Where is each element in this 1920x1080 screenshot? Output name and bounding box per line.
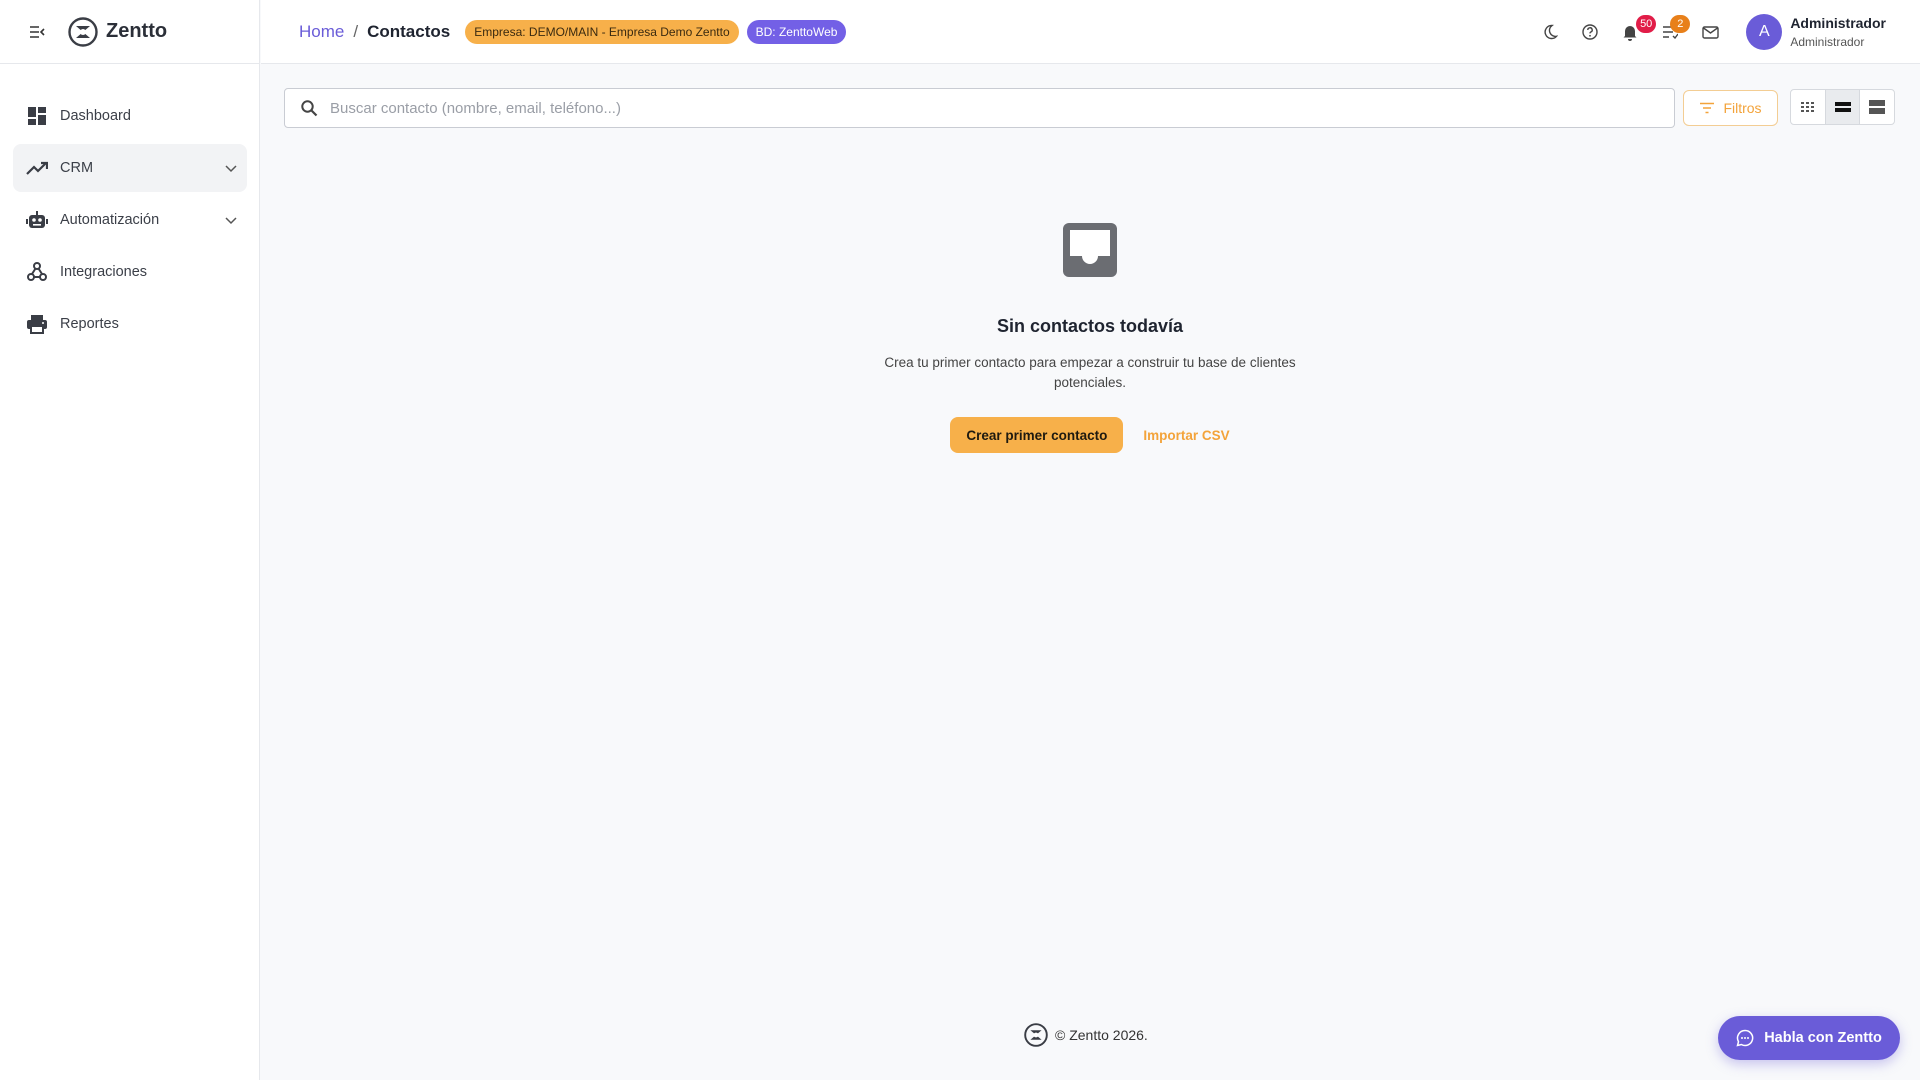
chat-bubble-icon bbox=[1736, 1029, 1754, 1047]
sidebar-nav: Dashboard CRM Automatización Integracion… bbox=[0, 64, 259, 348]
view-comfortable-button[interactable] bbox=[1859, 90, 1894, 124]
tasks-list-icon[interactable]: 2 bbox=[1650, 12, 1691, 52]
page-title: Contactos bbox=[367, 21, 451, 41]
rows-large-icon bbox=[1869, 100, 1886, 114]
view-standard-button[interactable] bbox=[1824, 90, 1860, 124]
printer-icon bbox=[26, 313, 48, 335]
brand-name: Zentto bbox=[106, 20, 168, 42]
sidebar-item-label: Automatización bbox=[60, 212, 160, 228]
avatar[interactable]: A bbox=[1746, 14, 1783, 50]
dark-mode-icon[interactable] bbox=[1530, 12, 1570, 52]
sidebar-item-reportes[interactable]: Reportes bbox=[13, 300, 247, 348]
database-badge[interactable]: BD: ZenttoWeb bbox=[746, 19, 847, 44]
search-icon bbox=[301, 100, 318, 117]
user-info[interactable]: Administrador Administrador bbox=[1790, 15, 1886, 49]
sidebar-item-crm[interactable]: CRM bbox=[13, 144, 247, 192]
create-first-contact-button[interactable]: Crear primer contacto bbox=[950, 417, 1124, 453]
filters-button[interactable]: Filtros bbox=[1683, 90, 1778, 126]
footer: © Zentto 2026. bbox=[1024, 1023, 1148, 1047]
search-input[interactable] bbox=[330, 99, 1674, 117]
company-badge[interactable]: Empresa: DEMO/MAIN - Empresa Demo Zentto bbox=[465, 19, 739, 44]
breadcrumb: Home / Contactos bbox=[299, 22, 450, 42]
user-name: Administrador bbox=[1790, 15, 1886, 31]
webhook-icon bbox=[26, 261, 48, 283]
copyright-text: © Zentto 2026. bbox=[1055, 1027, 1148, 1043]
view-compact-button[interactable] bbox=[1791, 90, 1825, 124]
sidebar-item-integraciones[interactable]: Integraciones bbox=[13, 248, 247, 296]
sidebar-item-label: Dashboard bbox=[60, 108, 131, 124]
sidebar-item-automatizacion[interactable]: Automatización bbox=[13, 196, 247, 244]
sidebar-item-dashboard[interactable]: Dashboard bbox=[13, 92, 247, 140]
notifications-bell-icon[interactable]: 50 bbox=[1610, 12, 1657, 52]
import-csv-button[interactable]: Importar CSV bbox=[1143, 428, 1229, 443]
breadcrumb-separator: / bbox=[353, 21, 359, 41]
collapse-menu-icon[interactable] bbox=[26, 21, 48, 43]
filter-icon bbox=[1700, 102, 1715, 114]
contact-search-box bbox=[284, 88, 1675, 128]
filters-label: Filtros bbox=[1723, 100, 1762, 116]
mail-icon[interactable] bbox=[1690, 12, 1730, 52]
empty-state-actions: Crear primer contacto Importar CSV bbox=[950, 417, 1230, 453]
empty-state: Sin contactos todavía Crea tu primer con… bbox=[840, 222, 1340, 453]
rows-icon bbox=[1834, 102, 1851, 112]
grid-dense-icon bbox=[1800, 102, 1814, 112]
zentto-logo-icon bbox=[68, 16, 98, 47]
robot-icon bbox=[26, 209, 48, 231]
empty-state-title: Sin contactos todavía bbox=[996, 316, 1184, 336]
top-header: Home / Contactos Empresa: DEMO/MAIN - Em… bbox=[261, 0, 1920, 64]
user-role: Administrador bbox=[1790, 35, 1865, 49]
tasks-count-badge: 2 bbox=[1670, 15, 1691, 33]
chevron-down-icon bbox=[225, 217, 237, 225]
sidebar-item-label: Reportes bbox=[60, 316, 119, 332]
empty-state-description: Crea tu primer contacto para empezar a c… bbox=[884, 355, 1296, 390]
brand-bar: Zentto bbox=[0, 0, 259, 64]
chat-button-label: Habla con Zentto bbox=[1764, 1030, 1882, 1046]
inbox-icon bbox=[1063, 223, 1117, 277]
breadcrumb-home-link[interactable]: Home bbox=[299, 22, 344, 42]
sidebar: Zentto Dashboard CRM Automatización Inte… bbox=[0, 0, 260, 1080]
zentto-logo-icon bbox=[1024, 1023, 1048, 1047]
trending-up-icon bbox=[26, 157, 48, 179]
chat-with-zentto-button[interactable]: Habla con Zentto bbox=[1718, 1016, 1900, 1060]
header-actions: 50 2 A Administrador Administrador bbox=[1530, 0, 1920, 64]
dashboard-icon bbox=[26, 105, 48, 127]
view-density-toggle bbox=[1790, 89, 1895, 125]
sidebar-item-label: CRM bbox=[60, 160, 94, 176]
help-icon[interactable] bbox=[1570, 12, 1610, 52]
chevron-down-icon bbox=[225, 165, 237, 173]
sidebar-item-label: Integraciones bbox=[60, 264, 148, 280]
